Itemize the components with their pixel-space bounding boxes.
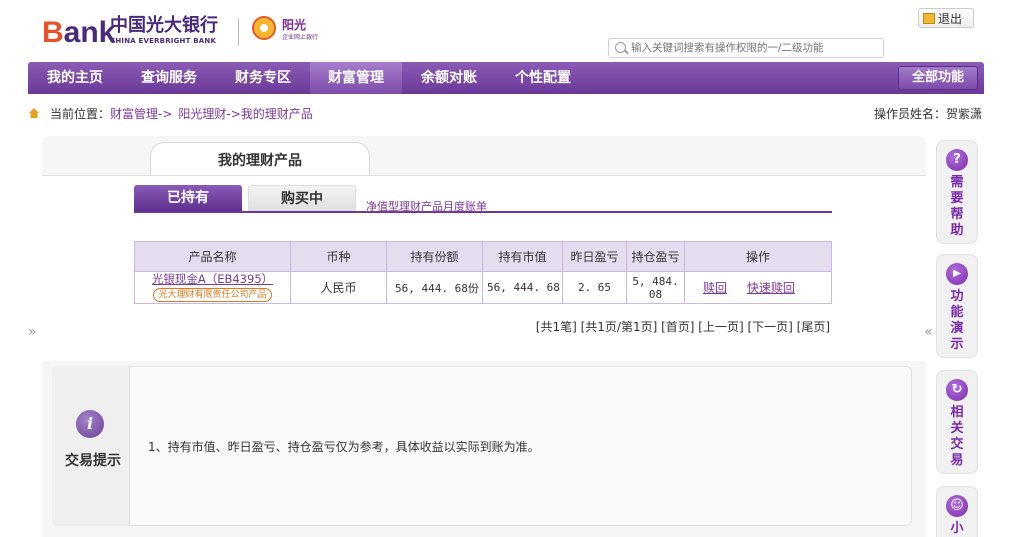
side-help-button[interactable]: ? 需要帮助 <box>936 140 978 244</box>
sub-brand-en: 企业网上银行 <box>282 34 319 41</box>
home-icon[interactable] <box>28 107 40 119</box>
col-shares: 持有份额 <box>386 241 483 272</box>
info-icon: i <box>76 410 104 438</box>
product-link[interactable]: 光银现金A（EB4395） <box>135 273 290 286</box>
main-nav: 我的主页 查询服务 财务专区 财富管理 余额对账 个性配置 全部功能 <box>28 62 984 94</box>
collapse-right-icon[interactable]: « <box>924 324 933 340</box>
smile-icon: ☺ <box>946 495 968 517</box>
cell-shares: 56, 444. 68份 <box>386 271 483 304</box>
side-related-button[interactable]: ↻ 相关交易 <box>936 370 978 474</box>
table-header-row: 产品名称 币种 持有份额 持有市值 昨日盈亏 持仓盈亏 操作 <box>134 241 832 272</box>
tab-held[interactable]: 已持有 <box>134 185 242 211</box>
side-related-label: 相关交易 <box>950 405 964 468</box>
side-help-label: 需要帮助 <box>950 175 964 238</box>
logo-divider <box>238 18 239 46</box>
col-product-name: 产品名称 <box>134 241 291 272</box>
breadcrumb-wealth-link[interactable]: 财富管理-> <box>110 107 172 121</box>
cell-yesterday-pnl: 2. 65 <box>562 271 627 304</box>
nav-item-home[interactable]: 我的主页 <box>28 62 122 94</box>
breadcrumb: 当前位置：财富管理-> 阳光理财->我的理财产品 <box>50 104 313 124</box>
search-input[interactable] <box>631 40 881 56</box>
nav-item-query[interactable]: 查询服务 <box>122 62 216 94</box>
operator-name: 操作员姓名：贺紫潇 <box>873 107 982 121</box>
all-functions-button[interactable]: 全部功能 <box>898 66 978 90</box>
redeem-link[interactable]: 赎回 <box>703 281 727 295</box>
logout-button[interactable]: 退出 <box>918 8 974 28</box>
holdings-table: 产品名称 币种 持有份额 持有市值 昨日盈亏 持仓盈亏 操作 光银现金A（EB4… <box>134 241 832 304</box>
table-row: 光银现金A（EB4395） 光大理财有限责任公司产品 人民币 56, 444. … <box>134 271 832 304</box>
cell-market-value: 56, 444. 68 <box>482 271 563 304</box>
cell-product: 光银现金A（EB4395） 光大理财有限责任公司产品 <box>134 271 291 304</box>
side-demo-label: 功能演示 <box>950 289 964 352</box>
col-currency: 币种 <box>290 241 387 272</box>
side-demo-button[interactable]: ▶ 功能演示 <box>936 254 978 358</box>
col-operation: 操作 <box>684 241 832 272</box>
breadcrumb-prefix: 当前位置： <box>50 107 111 121</box>
bank-name-en: CHINA EVERBRIGHT BANK <box>110 37 217 45</box>
tab-buying[interactable]: 购买中 <box>248 185 356 211</box>
trade-tips-side <box>52 366 130 526</box>
side-more-label: 小 <box>950 521 964 536</box>
sub-brand-cn: 阳光 <box>282 18 307 32</box>
col-market-value: 持有市值 <box>482 241 563 272</box>
breadcrumb-current[interactable]: 阳光理财->我的理财产品 <box>178 107 312 121</box>
cell-currency: 人民币 <box>290 271 387 304</box>
fast-redeem-link[interactable]: 快速赎回 <box>747 281 795 295</box>
tab-my-products-label: 我的理财产品 <box>218 153 302 169</box>
nav-item-settings[interactable]: 个性配置 <box>496 62 590 94</box>
nav-item-wealth[interactable]: 财富管理 <box>310 62 402 94</box>
nav-item-balance[interactable]: 余额对账 <box>402 62 496 94</box>
logo-b: B <box>42 16 64 49</box>
col-yesterday-pnl: 昨日盈亏 <box>562 241 627 272</box>
bank-logo[interactable]: Bank <box>42 18 115 48</box>
trade-tips-title: 交易提示 <box>65 453 121 469</box>
product-issuer-badge: 光大理财有限责任公司产品 <box>153 288 272 302</box>
trade-tips-text: 1、持有市值、昨日盈亏、持仓盈亏仅为参考，具体收益以实际到账为准。 <box>148 440 540 454</box>
search-icon <box>615 42 626 53</box>
side-more-button[interactable]: ☺ 小 <box>936 486 978 537</box>
help-icon: ? <box>946 149 968 171</box>
expand-left-icon[interactable]: » <box>28 324 37 340</box>
nav-item-finance[interactable]: 财务专区 <box>216 62 310 94</box>
page-header: Bank 中国光大银行 CHINA EVERBRIGHT BANK 阳光 企业网… <box>0 0 1024 62</box>
logo-ank: ank <box>63 16 116 49</box>
logout-icon <box>923 12 935 24</box>
monthly-statement-link[interactable]: 净值型理财产品月度账单 <box>366 198 487 214</box>
play-icon: ▶ <box>946 263 968 285</box>
pagination[interactable]: [共1笔] [共1页/第1页] [首页] [上一页] [下一页] [尾页] <box>536 318 830 335</box>
logout-label: 退出 <box>938 11 963 26</box>
col-position-pnl: 持仓盈亏 <box>626 241 685 272</box>
bank-name-cn: 中国光大银行 <box>110 15 218 36</box>
search-box[interactable] <box>608 38 884 58</box>
refresh-icon: ↻ <box>946 379 968 401</box>
cell-position-pnl: 5, 484. 08 <box>626 271 685 304</box>
cell-operation: 赎回 快速赎回 <box>684 271 832 304</box>
sunshine-emblem-icon <box>252 16 276 40</box>
